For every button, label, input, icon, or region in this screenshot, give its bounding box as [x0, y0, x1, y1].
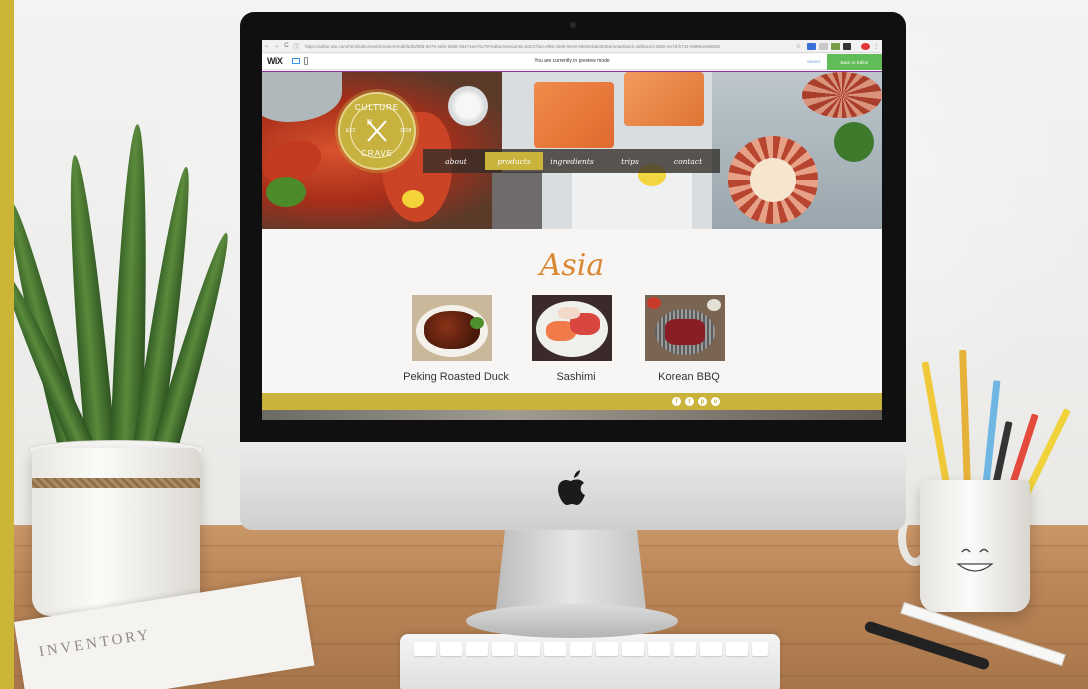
- imac-stand: [496, 530, 646, 610]
- apple-logo-icon: [558, 470, 585, 505]
- info-icon[interactable]: ⓘ: [291, 42, 301, 51]
- forward-arrow-icon[interactable]: →: [272, 43, 282, 49]
- back-arrow-icon[interactable]: ←: [262, 43, 272, 49]
- nav-item-trips[interactable]: trips: [601, 152, 659, 170]
- saved-status: Saved: [807, 59, 820, 64]
- facebook-icon[interactable]: f: [672, 397, 681, 406]
- browser-toolbar: ← → C ⓘ https://editor.wix.com/html/edit…: [262, 40, 882, 53]
- imac-stand-foot: [466, 604, 678, 638]
- screen: ← → C ⓘ https://editor.wix.com/html/edit…: [262, 40, 882, 420]
- region-title: Asia: [539, 248, 605, 283]
- pinterest-icon[interactable]: p: [698, 397, 707, 406]
- nav-item-products[interactable]: products: [485, 152, 543, 170]
- fork-knife-icon: [367, 119, 387, 142]
- site-nav-bar: about products ingredients trips contact: [423, 149, 720, 173]
- twitter-icon[interactable]: t: [685, 397, 694, 406]
- back-to-editor-button[interactable]: Back to Editor: [827, 54, 882, 70]
- reload-icon[interactable]: C: [282, 43, 292, 49]
- extension-icon[interactable]: [830, 42, 840, 50]
- menu-dots-icon[interactable]: ⋮: [873, 43, 882, 50]
- notebook-title: INVENTORY: [37, 626, 153, 661]
- logo-year-text: 2018: [400, 128, 412, 134]
- extension-icon[interactable]: [842, 42, 852, 50]
- star-icon[interactable]: ☆: [796, 43, 805, 50]
- wix-preview-toolbar: WiX You are currently in preview mode Sa…: [262, 54, 882, 70]
- logo-top-text: CULTURE: [354, 103, 400, 112]
- peking-duck-photo[interactable]: [412, 295, 492, 361]
- preview-mode-message: You are currently in preview mode: [534, 58, 610, 64]
- logo-est-text: EST: [346, 128, 356, 134]
- instagram-icon[interactable]: o: [711, 397, 720, 406]
- logo-bottom-text: CRAVE: [361, 149, 393, 158]
- keyboard: [400, 634, 780, 689]
- sashimi-photo[interactable]: [532, 295, 612, 361]
- profile-avatar-icon[interactable]: [861, 42, 871, 50]
- address-bar[interactable]: https://editor.wix.com/html/editor/web/r…: [305, 44, 793, 49]
- hero-banner-image: CULTURE EST 2018 CRAVE about products in…: [262, 71, 882, 229]
- extension-icon[interactable]: [819, 42, 828, 50]
- dish-name: Peking Roasted Duck: [403, 371, 509, 383]
- dish-name: Sashimi: [556, 371, 596, 383]
- footer-image-strip: [262, 410, 882, 420]
- dish-name: Korean BBQ: [658, 371, 720, 383]
- mug-face-icon: [956, 548, 994, 572]
- plant-pot: [32, 448, 200, 616]
- culture-crave-logo[interactable]: CULTURE EST 2018 CRAVE: [338, 92, 416, 170]
- nav-item-contact[interactable]: contact: [659, 152, 717, 170]
- extension-icon[interactable]: [807, 42, 817, 50]
- nav-item-about[interactable]: about: [427, 152, 485, 170]
- nav-item-ingredients[interactable]: ingredients: [543, 152, 601, 170]
- camera: [570, 22, 576, 28]
- site-footer: f t p o: [262, 393, 882, 410]
- korean-bbq-photo[interactable]: [645, 295, 725, 361]
